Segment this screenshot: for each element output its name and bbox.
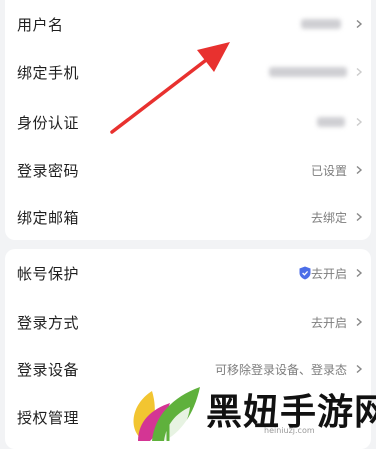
login-method-row[interactable]: 登录方式 去开启 bbox=[5, 298, 371, 346]
shield-icon bbox=[299, 266, 311, 280]
chevron-right-icon bbox=[356, 166, 363, 174]
chevron-right-icon bbox=[356, 269, 363, 277]
login-method-status: 去开启 bbox=[310, 315, 347, 330]
username-label: 用户名 bbox=[17, 15, 64, 34]
authorization-management-label: 授权管理 bbox=[17, 408, 80, 427]
bind-email-label: 绑定邮箱 bbox=[17, 208, 80, 227]
username-blurred-value bbox=[301, 19, 341, 29]
login-password-label: 登录密码 bbox=[17, 161, 80, 180]
account-protection-status: 去开启 bbox=[310, 266, 347, 281]
chevron-right-icon bbox=[356, 118, 363, 126]
watermark-logo-icon bbox=[133, 387, 200, 441]
account-protection-row[interactable]: 帐号保护 去开启 bbox=[5, 249, 371, 297]
chevron-right-icon bbox=[356, 318, 363, 326]
account-info-card: 用户名 绑定手机 身份认证 登录密码 已设置 绑定邮箱 去绑定 bbox=[5, 0, 371, 240]
account-protection-label: 帐号保护 bbox=[17, 264, 80, 283]
watermark: 黑妞手游网 heiniuzj.com bbox=[124, 381, 376, 441]
login-password-status: 已设置 bbox=[310, 163, 347, 178]
bind-phone-label: 绑定手机 bbox=[17, 63, 80, 82]
chevron-right-icon bbox=[356, 20, 363, 28]
identity-blurred-value bbox=[317, 117, 345, 127]
chevron-right-icon bbox=[356, 68, 363, 76]
identity-verification-row[interactable]: 身份认证 bbox=[5, 98, 371, 146]
bind-email-row[interactable]: 绑定邮箱 去绑定 bbox=[5, 193, 371, 241]
identity-verification-label: 身份认证 bbox=[17, 113, 80, 132]
watermark-subtext: heiniuzj.com bbox=[264, 426, 315, 435]
chevron-right-icon bbox=[356, 365, 363, 373]
login-devices-description: 可移除登录设备、登录态 bbox=[214, 362, 347, 377]
chevron-right-icon bbox=[356, 213, 363, 221]
bind-email-status: 去绑定 bbox=[310, 210, 347, 225]
login-method-label: 登录方式 bbox=[17, 313, 80, 332]
login-devices-label: 登录设备 bbox=[17, 360, 80, 379]
bind-phone-row[interactable]: 绑定手机 bbox=[5, 48, 371, 96]
username-row[interactable]: 用户名 bbox=[5, 0, 371, 48]
phone-blurred-value bbox=[269, 67, 347, 77]
login-password-row[interactable]: 登录密码 已设置 bbox=[5, 146, 371, 194]
